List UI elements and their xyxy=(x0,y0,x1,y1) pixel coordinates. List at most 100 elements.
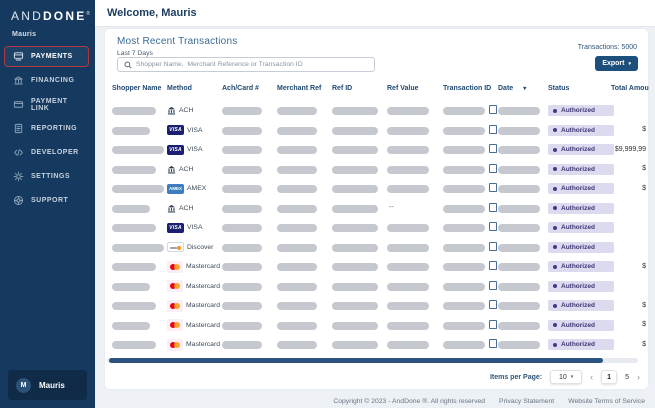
items-per-page-select[interactable]: 10 ▾ xyxy=(550,370,583,384)
status-badge: Authorized xyxy=(548,163,614,175)
copy-icon[interactable] xyxy=(489,222,497,231)
table-row[interactable]: ACH -- Authorized xyxy=(105,199,648,219)
ref-id-placeholder xyxy=(332,282,378,291)
sidebar-nav: PAYMENTS FINANCING PAYMENT LINK REPORTING DE… xyxy=(0,46,95,211)
table-row[interactable]: Mastercard Authorized $ xyxy=(105,257,648,277)
horizontal-scrollbar-track[interactable] xyxy=(107,358,638,363)
sidebar-item-developer[interactable]: DEVELOPER xyxy=(4,142,89,163)
table-row[interactable]: Mastercard Authorized $ xyxy=(105,335,648,355)
table-row[interactable]: VISA VISA Authorized xyxy=(105,218,648,238)
table-row[interactable]: Mastercard Authorized $ xyxy=(105,296,648,316)
table-row[interactable]: ACH Authorized xyxy=(105,101,648,121)
copyright-text: Copyright © 2023 - AndDone ®. All rights… xyxy=(333,398,486,405)
sidebar-profile[interactable]: M Mauris xyxy=(8,370,87,400)
next-page-button[interactable]: › xyxy=(637,370,640,384)
table-row[interactable]: ACH Authorized $ xyxy=(105,160,648,180)
copy-icon[interactable] xyxy=(489,261,497,270)
column-header-date[interactable]: Date ▾ xyxy=(498,85,526,92)
column-header-transaction-id: Transaction ID xyxy=(443,85,492,92)
date-placeholder xyxy=(498,185,540,193)
table-row[interactable]: VISA VISA Authorized $9,999,99 xyxy=(105,140,648,160)
shopper-name-placeholder xyxy=(112,185,164,193)
payment-method: Mastercard xyxy=(167,338,220,351)
status-badge: Authorized xyxy=(548,241,614,253)
merchant-ref-placeholder xyxy=(277,263,317,271)
copy-icon[interactable] xyxy=(489,202,497,212)
content-background: Most Recent Transactions Last 7 Days Tra… xyxy=(95,28,655,408)
status-dot-icon xyxy=(553,323,557,327)
copy-icon[interactable] xyxy=(489,280,497,290)
copy-icon[interactable] xyxy=(489,241,497,251)
ref-value-placeholder xyxy=(387,321,429,330)
shopper-name-placeholder xyxy=(112,126,150,135)
shopper-name-placeholder xyxy=(112,243,164,252)
date-placeholder xyxy=(498,282,540,291)
items-per-page-value: 10 xyxy=(558,373,567,381)
copy-icon[interactable] xyxy=(489,319,497,329)
copy-icon[interactable] xyxy=(489,300,497,309)
total-amount: $ xyxy=(642,321,646,328)
ref-value-placeholder xyxy=(387,146,429,154)
copy-icon[interactable] xyxy=(489,163,497,173)
payment-method: Mastercard xyxy=(167,280,220,293)
current-page-button[interactable]: 1 xyxy=(601,370,618,384)
status-label: Authorized xyxy=(561,243,595,251)
ach-icon xyxy=(167,165,176,174)
copy-icon[interactable] xyxy=(489,144,497,153)
sort-caret-icon[interactable]: ▾ xyxy=(523,86,526,92)
sidebar-item-support[interactable]: SUPPORT xyxy=(4,190,89,211)
status-badge: Authorized xyxy=(548,202,614,214)
export-button[interactable]: Export ▾ xyxy=(595,56,638,71)
ref-value-placeholder xyxy=(387,107,429,115)
sidebar-item-settings[interactable]: SETTINGS xyxy=(4,166,89,187)
status-dot-icon xyxy=(553,264,557,269)
table-row[interactable]: AMEX AMEX Authorized $ xyxy=(105,179,648,199)
status-badge: Authorized xyxy=(548,144,614,155)
status-label: Authorized xyxy=(561,185,595,192)
table-row[interactable]: Mastercard Authorized xyxy=(105,277,648,297)
date-placeholder xyxy=(498,243,540,252)
transaction-id-placeholder xyxy=(443,204,485,213)
sidebar-item-financing[interactable]: FINANCING xyxy=(4,70,89,91)
total-amount: $ xyxy=(642,126,646,133)
last-page-button[interactable]: 5 xyxy=(625,374,629,381)
status-label: Authorized xyxy=(561,126,595,134)
terms-of-service-link[interactable]: Website Terms of Service xyxy=(568,398,645,405)
sidebar-item-label: DEVELOPER xyxy=(31,149,79,156)
date-placeholder xyxy=(498,263,540,271)
column-header-ref-id: Ref ID xyxy=(332,85,353,92)
card-subtitle: Last 7 Days xyxy=(117,50,153,57)
export-label: Export xyxy=(602,60,625,67)
copy-icon[interactable] xyxy=(489,124,497,134)
shopper-name-placeholder xyxy=(112,282,150,291)
copy-icon[interactable] xyxy=(489,339,497,348)
settings-icon xyxy=(13,171,24,182)
status-label: Authorized xyxy=(561,204,595,212)
payment-method: AMEX AMEX xyxy=(167,182,206,195)
copy-icon[interactable] xyxy=(489,183,497,192)
sidebar-item-payments[interactable]: PAYMENTS xyxy=(4,46,89,67)
status-dot-icon xyxy=(553,108,557,113)
status-label: Authorized xyxy=(561,282,595,290)
payment-method-label: Mastercard xyxy=(186,341,220,348)
status-dot-icon xyxy=(553,147,557,152)
horizontal-scrollbar-thumb[interactable] xyxy=(109,358,603,363)
shopper-name-placeholder xyxy=(112,263,156,271)
financing-icon xyxy=(13,75,24,86)
registered-mark: ® xyxy=(86,11,91,17)
ref-id-placeholder xyxy=(332,263,378,271)
sidebar-item-payment-link[interactable]: PAYMENT LINK xyxy=(4,94,89,115)
privacy-statement-link[interactable]: Privacy Statement xyxy=(499,398,554,405)
table-row[interactable]: Discover Authorized xyxy=(105,238,648,258)
merchant-ref-placeholder xyxy=(277,282,317,291)
column-header-status: Status xyxy=(548,85,570,92)
total-amount: $ xyxy=(642,340,646,348)
table-row[interactable]: Mastercard Authorized $ xyxy=(105,316,648,336)
sidebar-item-reporting[interactable]: REPORTING xyxy=(4,118,89,139)
sidebar-item-label: REPORTING xyxy=(31,125,78,132)
copy-icon[interactable] xyxy=(489,105,497,114)
prev-page-button[interactable]: ‹ xyxy=(590,370,593,384)
table-row[interactable]: VISA VISA Authorized $ xyxy=(105,121,648,141)
payment-method-label: ACH xyxy=(179,165,194,173)
search-input[interactable] xyxy=(136,61,368,68)
